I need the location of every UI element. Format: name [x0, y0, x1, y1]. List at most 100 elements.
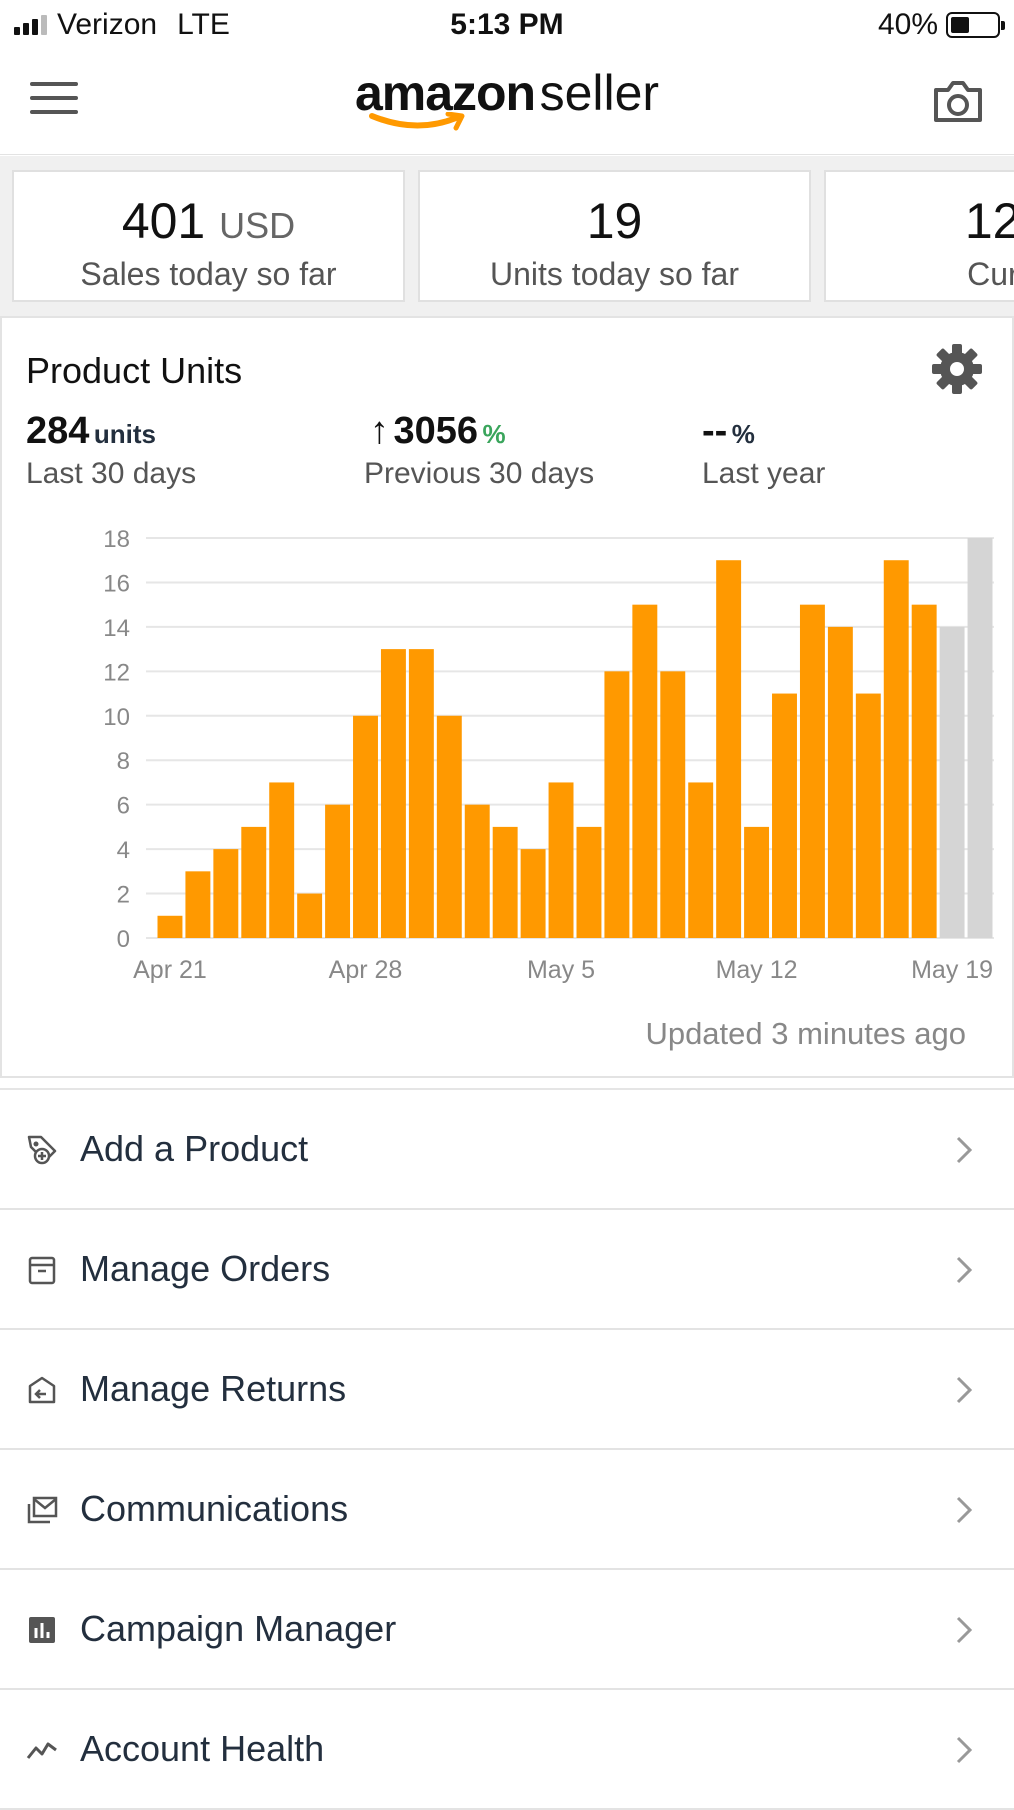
menu-item-add-product[interactable]: Add a Product [0, 1090, 1014, 1210]
kpi-current-label: Current [967, 256, 1014, 292]
camera-icon[interactable] [932, 78, 984, 124]
kpi-sales-card[interactable]: 401 USD Sales today so far [12, 170, 405, 302]
chevron-right-icon [956, 1496, 973, 1524]
metric-year-suffix: % [731, 419, 755, 449]
up-arrow-icon: ↑ [370, 410, 389, 452]
y-tick-label: 2 [117, 882, 130, 909]
chart-bar[interactable] [716, 560, 742, 938]
chart-bar[interactable] [939, 626, 965, 938]
metric-units-suffix: units [93, 419, 156, 449]
menu-item-account-health[interactable]: Account Health [0, 1690, 1014, 1810]
units-chart-container: 0 2 4 6 8 10 12 14 16 18 Apr 21 Apr 28 May 5 May 12 Ma… [62, 524, 1002, 1004]
kpi-current-card[interactable]: 1223 Current [824, 170, 1014, 302]
menu-label-campaign-manager: Campaign Manager [80, 1608, 397, 1649]
amazon-seller-logo: amazon seller [0, 64, 1014, 122]
kpi-units-value: 19 [586, 193, 643, 249]
menu-label-manage-orders: Manage Orders [80, 1248, 331, 1289]
kpi-sales-unit: USD [219, 205, 296, 246]
chart-bar[interactable] [185, 871, 211, 938]
chart-bar[interactable] [855, 693, 881, 938]
kpi-units-label: Units today so far [490, 256, 739, 292]
chart-bar[interactable] [883, 560, 909, 938]
metric-year-label: Last year [702, 457, 826, 490]
product-units-panel: Product Units 284 units Last 30 days ↑ 3… [0, 316, 1014, 1078]
chart-bar[interactable] [967, 538, 993, 938]
metric-change-label: Previous 30 days [364, 457, 595, 490]
panel-title: Product Units [26, 350, 243, 391]
metric-last-year: -- % Last year [702, 410, 825, 491]
menu-label-account-health: Account Health [80, 1728, 325, 1769]
menu-item-communications[interactable]: Communications [0, 1450, 1014, 1570]
y-tick-label: 0 [117, 926, 130, 953]
chart-bar[interactable] [436, 715, 462, 938]
chart-bar[interactable] [911, 604, 937, 938]
metric-year-value: -- [702, 410, 728, 452]
x-tick-label: May 12 [716, 956, 798, 984]
chart-bar[interactable] [269, 782, 295, 938]
chart-bar[interactable] [353, 715, 378, 938]
return-box-icon [28, 1376, 56, 1404]
chart-bar[interactable] [380, 649, 406, 938]
y-tick-label: 4 [117, 837, 130, 864]
kpi-sales-label: Sales today so far [80, 256, 337, 292]
chart-bar[interactable] [772, 693, 797, 938]
units-bar-chart[interactable]: 0 2 4 6 8 10 12 14 16 18 Apr 21 Apr 28 May 5 May 12 Ma… [62, 524, 1002, 1004]
y-tick-label: 6 [117, 793, 130, 820]
bar-chart-icon [29, 1617, 55, 1643]
logo-suffix: seller [539, 65, 660, 121]
menu-item-manage-returns[interactable]: Manage Returns [0, 1330, 1014, 1450]
chart-bar[interactable] [799, 604, 825, 938]
chart-bar[interactable] [325, 804, 351, 938]
y-tick-label: 8 [117, 748, 130, 775]
chevron-right-icon [956, 1616, 973, 1644]
chart-bar[interactable] [632, 604, 658, 938]
chart-bar[interactable] [492, 826, 518, 938]
mail-icon [27, 1496, 58, 1524]
chart-bar[interactable] [827, 626, 853, 938]
chart-bar[interactable] [297, 893, 323, 938]
chart-bar[interactable] [576, 826, 602, 938]
x-tick-label: Apr 28 [329, 956, 403, 984]
pulse-icon [26, 1742, 57, 1759]
menu-item-campaign-manager[interactable]: Campaign Manager [0, 1570, 1014, 1690]
chart-bar[interactable] [660, 671, 686, 938]
chevron-right-icon [956, 1256, 973, 1284]
y-tick-label: 14 [103, 615, 130, 642]
menu-label-manage-returns: Manage Returns [80, 1368, 347, 1409]
updated-timestamp: Updated 3 minutes ago [645, 1016, 966, 1051]
app-header: amazon seller [0, 50, 1014, 155]
chart-bar[interactable] [241, 826, 267, 938]
kpi-sales-value-line: 401 USD [14, 192, 403, 250]
x-tick-label: May 5 [527, 956, 595, 984]
x-tick-label: Apr 21 [133, 956, 207, 984]
chart-bar[interactable] [157, 915, 183, 938]
x-tick-label: May 19 [911, 956, 993, 984]
tag-plus-icon [27, 1135, 57, 1165]
chevron-right-icon [956, 1376, 973, 1404]
metric-previous-30-days: ↑ 3056 % Previous 30 days [364, 410, 594, 491]
kpi-row: 401 USD Sales today so far 19 Units toda… [0, 156, 1014, 316]
metric-units-value: 284 [26, 410, 90, 452]
y-tick-label: 10 [103, 704, 130, 731]
chart-bar[interactable] [548, 782, 574, 938]
chevron-right-icon [956, 1136, 973, 1164]
chart-bar[interactable] [604, 671, 630, 938]
box-icon [28, 1256, 56, 1285]
chart-bar[interactable] [464, 804, 490, 938]
gear-icon[interactable] [930, 342, 984, 396]
battery-percent: 40% [877, 8, 938, 41]
chart-bar[interactable] [213, 849, 239, 938]
chart-bar[interactable] [520, 849, 546, 938]
kpi-current-value: 1223 [964, 193, 1014, 249]
y-tick-label: 16 [103, 570, 130, 597]
main-menu: Add a Product Manage Orders Manage Retur… [0, 1088, 1014, 1810]
chart-bar[interactable] [408, 649, 434, 938]
battery-icon [946, 12, 1005, 38]
clock: 5:13 PM [450, 8, 564, 41]
chart-bar[interactable] [688, 782, 714, 938]
chart-bar[interactable] [744, 826, 770, 938]
kpi-units-card[interactable]: 19 Units today so far [418, 170, 811, 302]
menu-item-manage-orders[interactable]: Manage Orders [0, 1210, 1014, 1330]
battery: 40% [877, 8, 1005, 42]
menu-label-communications: Communications [80, 1488, 349, 1529]
